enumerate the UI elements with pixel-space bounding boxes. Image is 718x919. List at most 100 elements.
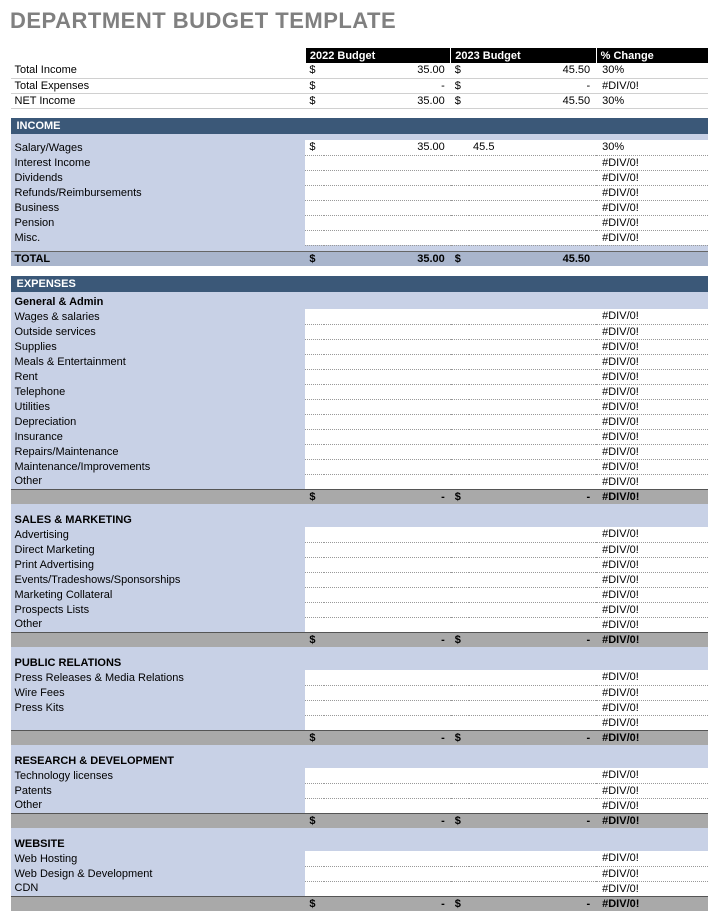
income-cell[interactable] — [469, 200, 596, 215]
expense-cell[interactable] — [305, 354, 323, 369]
expense-cell[interactable] — [324, 339, 451, 354]
expense-cell[interactable] — [324, 542, 451, 557]
expense-cell[interactable] — [324, 700, 451, 715]
expense-cell[interactable] — [469, 557, 596, 572]
expense-cell[interactable] — [305, 670, 323, 685]
expense-cell[interactable] — [324, 851, 451, 866]
expense-cell[interactable] — [324, 369, 451, 384]
expense-cell[interactable] — [451, 339, 469, 354]
expense-cell[interactable] — [469, 881, 596, 896]
income-cell[interactable] — [324, 215, 451, 230]
expense-cell[interactable] — [324, 429, 451, 444]
expense-cell[interactable] — [469, 798, 596, 813]
expense-cell[interactable] — [324, 309, 451, 324]
expense-cell[interactable] — [469, 369, 596, 384]
income-cell[interactable] — [305, 215, 323, 230]
income-cell[interactable] — [469, 155, 596, 170]
income-cell[interactable] — [451, 155, 469, 170]
income-cell[interactable] — [451, 230, 469, 245]
expense-cell[interactable] — [305, 474, 323, 489]
expense-cell[interactable] — [324, 602, 451, 617]
expense-cell[interactable] — [451, 557, 469, 572]
expense-cell[interactable] — [305, 617, 323, 632]
expense-cell[interactable] — [451, 474, 469, 489]
expense-cell[interactable] — [469, 354, 596, 369]
income-cell[interactable] — [451, 185, 469, 200]
expense-cell[interactable] — [451, 384, 469, 399]
expense-cell[interactable] — [469, 339, 596, 354]
expense-cell[interactable] — [305, 429, 323, 444]
income-cell[interactable] — [305, 185, 323, 200]
income-cell[interactable] — [324, 170, 451, 185]
expense-cell[interactable] — [324, 354, 451, 369]
expense-cell[interactable] — [324, 798, 451, 813]
income-cell[interactable] — [324, 155, 451, 170]
income-cell[interactable] — [451, 200, 469, 215]
income-cell[interactable] — [305, 170, 323, 185]
expense-cell[interactable] — [451, 414, 469, 429]
income-cell[interactable] — [451, 140, 469, 155]
expense-cell[interactable] — [469, 542, 596, 557]
expense-cell[interactable] — [324, 527, 451, 542]
expense-cell[interactable] — [305, 324, 323, 339]
expense-cell[interactable] — [305, 866, 323, 881]
expense-cell[interactable] — [451, 700, 469, 715]
expense-cell[interactable] — [324, 881, 451, 896]
expense-cell[interactable] — [305, 715, 323, 730]
expense-cell[interactable] — [451, 399, 469, 414]
income-cell[interactable]: $ — [305, 140, 323, 155]
expense-cell[interactable] — [305, 369, 323, 384]
expense-cell[interactable] — [469, 474, 596, 489]
expense-cell[interactable] — [469, 429, 596, 444]
expense-cell[interactable] — [324, 587, 451, 602]
expense-cell[interactable] — [451, 587, 469, 602]
expense-cell[interactable] — [305, 542, 323, 557]
expense-cell[interactable] — [469, 414, 596, 429]
expense-cell[interactable] — [451, 354, 469, 369]
expense-cell[interactable] — [469, 700, 596, 715]
expense-cell[interactable] — [469, 783, 596, 798]
expense-cell[interactable] — [305, 881, 323, 896]
expense-cell[interactable] — [451, 715, 469, 730]
income-cell[interactable] — [469, 185, 596, 200]
income-cell[interactable] — [469, 230, 596, 245]
expense-cell[interactable] — [451, 783, 469, 798]
expense-cell[interactable] — [451, 542, 469, 557]
expense-cell[interactable] — [451, 369, 469, 384]
expense-cell[interactable] — [451, 685, 469, 700]
expense-cell[interactable] — [469, 602, 596, 617]
expense-cell[interactable] — [469, 384, 596, 399]
expense-cell[interactable] — [324, 414, 451, 429]
expense-cell[interactable] — [469, 459, 596, 474]
expense-cell[interactable] — [324, 324, 451, 339]
expense-cell[interactable] — [324, 444, 451, 459]
expense-cell[interactable] — [469, 324, 596, 339]
expense-cell[interactable] — [469, 851, 596, 866]
expense-cell[interactable] — [451, 527, 469, 542]
expense-cell[interactable] — [451, 309, 469, 324]
expense-cell[interactable] — [305, 309, 323, 324]
expense-cell[interactable] — [305, 851, 323, 866]
expense-cell[interactable] — [469, 399, 596, 414]
expense-cell[interactable] — [305, 798, 323, 813]
expense-cell[interactable] — [305, 557, 323, 572]
expense-cell[interactable] — [305, 572, 323, 587]
income-cell[interactable]: 35.00 — [324, 140, 451, 155]
expense-cell[interactable] — [469, 444, 596, 459]
expense-cell[interactable] — [324, 768, 451, 783]
expense-cell[interactable] — [305, 527, 323, 542]
expense-cell[interactable] — [451, 429, 469, 444]
expense-cell[interactable] — [324, 715, 451, 730]
expense-cell[interactable] — [305, 384, 323, 399]
expense-cell[interactable] — [451, 881, 469, 896]
expense-cell[interactable] — [305, 685, 323, 700]
expense-cell[interactable] — [305, 339, 323, 354]
expense-cell[interactable] — [305, 414, 323, 429]
expense-cell[interactable] — [469, 768, 596, 783]
expense-cell[interactable] — [451, 670, 469, 685]
expense-cell[interactable] — [305, 459, 323, 474]
expense-cell[interactable] — [324, 459, 451, 474]
income-cell[interactable] — [324, 230, 451, 245]
expense-cell[interactable] — [305, 587, 323, 602]
expense-cell[interactable] — [324, 617, 451, 632]
